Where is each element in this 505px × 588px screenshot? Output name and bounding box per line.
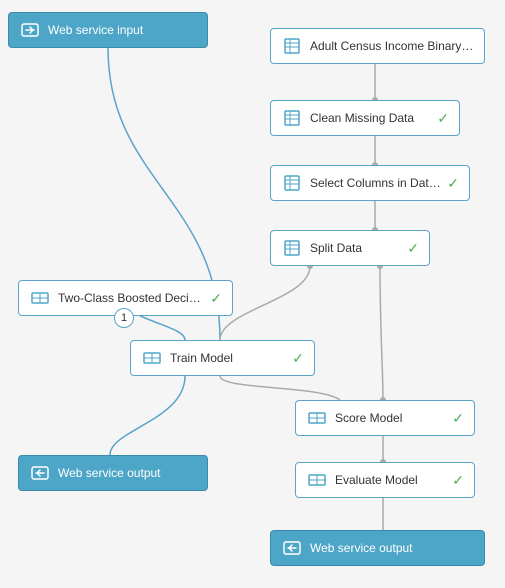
train-model-node[interactable]: Train Model ✓ [130, 340, 315, 376]
ws-input-node[interactable]: Web service input [8, 12, 208, 48]
score-model-label: Score Model [335, 411, 446, 425]
module-icon [281, 107, 303, 129]
two-class-check: ✓ [210, 290, 222, 307]
split-data-check: ✓ [407, 240, 419, 257]
train-model-label: Train Model [170, 351, 286, 365]
evaluate-model-check: ✓ [452, 472, 464, 489]
train-model-icon [141, 347, 163, 369]
clean-missing-check: ✓ [437, 110, 449, 127]
clean-missing-label: Clean Missing Data [310, 111, 431, 125]
score-model-icon [306, 407, 328, 429]
ws-output-2-icon [281, 537, 303, 559]
ws-output-1-icon [29, 462, 51, 484]
evaluate-model-icon [306, 469, 328, 491]
connection-badge: 1 [114, 308, 134, 328]
split-data-node[interactable]: Split Data ✓ [270, 230, 430, 266]
pipeline-canvas: Web service input Adult Census Income Bi… [0, 0, 505, 588]
select-columns-node[interactable]: Select Columns in Dataset ✓ [270, 165, 470, 201]
score-model-check: ✓ [452, 410, 464, 427]
split-data-label: Split Data [310, 241, 401, 255]
ws-input-icon [19, 19, 41, 41]
module-icon-2 [281, 172, 303, 194]
adult-census-label: Adult Census Income Binary ... [310, 39, 474, 53]
select-columns-label: Select Columns in Dataset [310, 176, 441, 190]
ws-input-label: Web service input [48, 23, 197, 37]
ws-output-1-node[interactable]: Web service output [18, 455, 208, 491]
select-columns-check: ✓ [447, 175, 459, 192]
score-model-node[interactable]: Score Model ✓ [295, 400, 475, 436]
ws-output-1-label: Web service output [58, 466, 197, 480]
evaluate-model-label: Evaluate Model [335, 473, 446, 487]
ws-output-2-label: Web service output [310, 541, 474, 555]
adult-census-node[interactable]: Adult Census Income Binary ... [270, 28, 485, 64]
two-class-label: Two-Class Boosted Decision ... [58, 291, 204, 305]
clean-missing-node[interactable]: Clean Missing Data ✓ [270, 100, 460, 136]
ws-output-2-node[interactable]: Web service output [270, 530, 485, 566]
train-model-check: ✓ [292, 350, 304, 367]
module-icon-3 [281, 237, 303, 259]
evaluate-model-node[interactable]: Evaluate Model ✓ [295, 462, 475, 498]
two-class-icon [29, 287, 51, 309]
dataset-icon [281, 35, 303, 57]
